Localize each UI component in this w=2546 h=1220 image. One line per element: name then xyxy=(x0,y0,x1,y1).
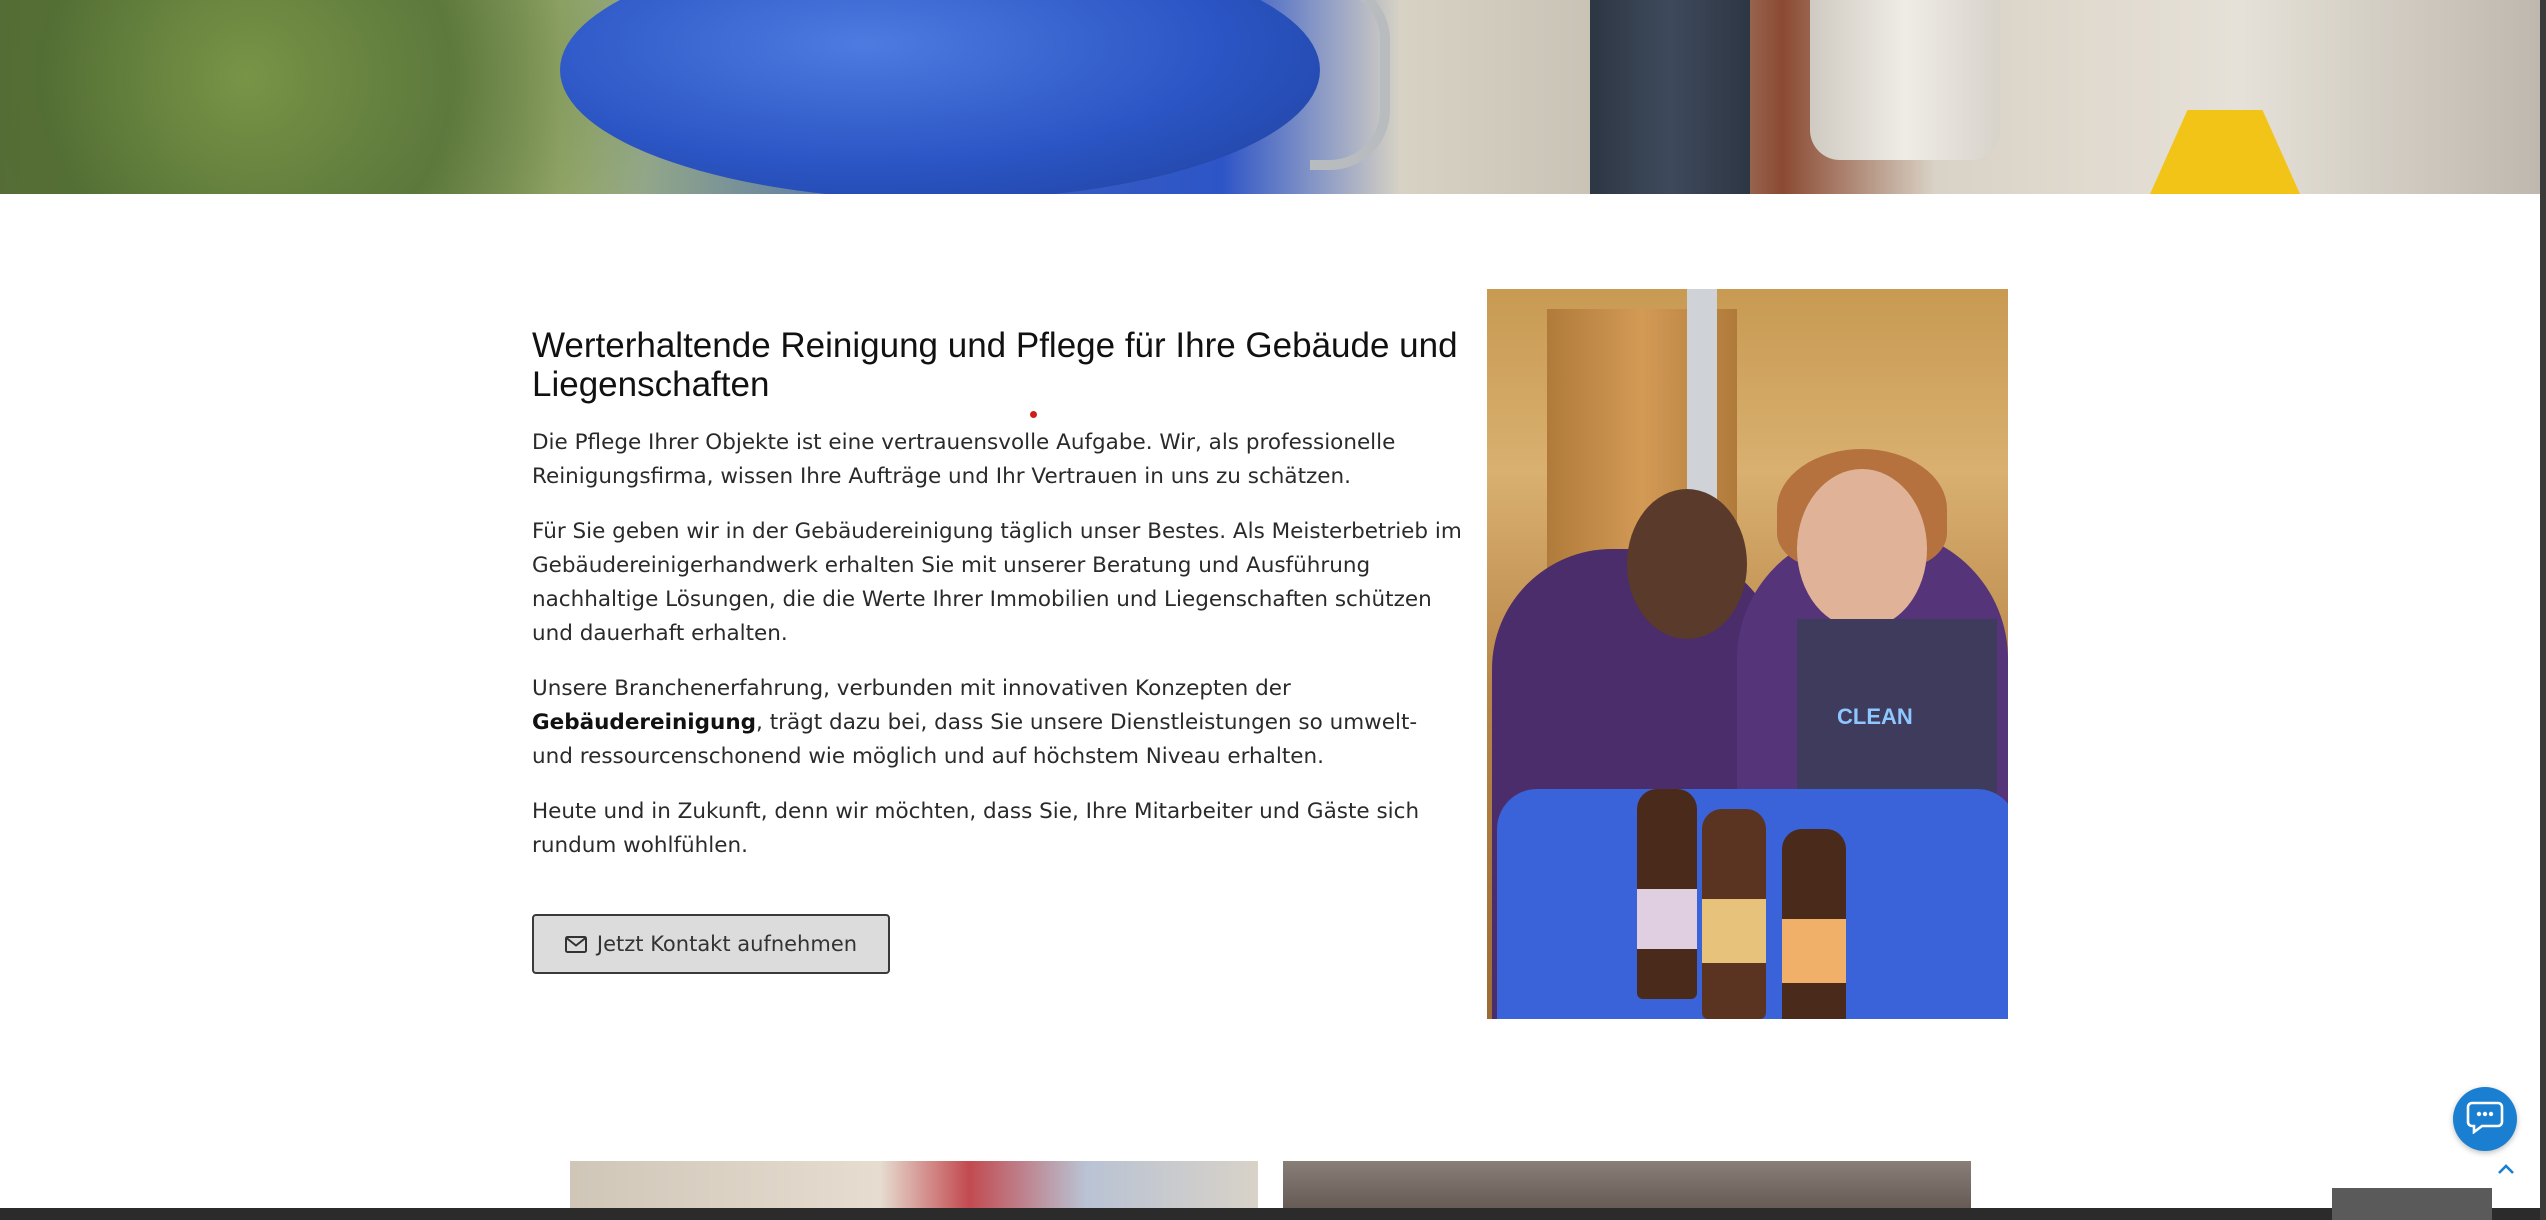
hero-bin xyxy=(1810,0,2000,160)
taskbar-strip xyxy=(0,1208,2546,1220)
section-heading: Werterhaltende Reinigung und Pflege für … xyxy=(532,326,1458,404)
photo-bottle-label-2 xyxy=(1702,899,1766,963)
photo-apron-logo: CLEAN xyxy=(1837,704,1913,729)
cookie-banner-corner[interactable] xyxy=(2332,1188,2492,1220)
photo-bottle-label-1 xyxy=(1637,889,1697,949)
paragraph-3-start: Unsere Branchenerfahrung, verbunden mit … xyxy=(532,676,1291,701)
contact-button[interactable]: Jetzt Kontakt aufnehmen xyxy=(532,914,890,974)
chat-bubble-icon xyxy=(2466,1100,2504,1138)
chevron-up-icon xyxy=(2494,1164,2518,1186)
scroll-to-top-button[interactable] xyxy=(2494,1158,2518,1182)
contact-button-label: Jetzt Kontakt aufnehmen xyxy=(596,932,858,956)
chat-widget-button[interactable] xyxy=(2453,1087,2517,1151)
photo-face-left xyxy=(1627,489,1747,639)
envelope-icon xyxy=(564,935,587,953)
cleaning-staff-photo: CLEAN xyxy=(1487,289,2008,1019)
scrollbar-edge[interactable] xyxy=(2540,0,2546,1220)
paragraph-2: Für Sie geben wir in der Gebäudereinigun… xyxy=(532,519,1462,646)
paragraph-3: Unsere Branchenerfahrung, verbunden mit … xyxy=(532,672,1462,774)
paragraph-3-bold: Gebäudereinigung xyxy=(532,710,757,735)
paragraph-1: Die Pflege Ihrer Objekte ist eine vertra… xyxy=(532,430,1396,489)
photo-bottle-label-3 xyxy=(1782,919,1846,983)
intro-section: Werterhaltende Reinigung und Pflege für … xyxy=(532,326,1462,863)
paragraph-4: Heute und in Zukunft, denn wir möchten, … xyxy=(532,799,1420,858)
hero-image xyxy=(0,0,2546,194)
photo-face-right xyxy=(1797,469,1927,629)
cursor-dot xyxy=(1030,411,1037,418)
hero-hose xyxy=(1310,0,1390,170)
hero-person-legs xyxy=(1590,0,1750,194)
hero-wet-floor-sign xyxy=(2150,110,2300,194)
